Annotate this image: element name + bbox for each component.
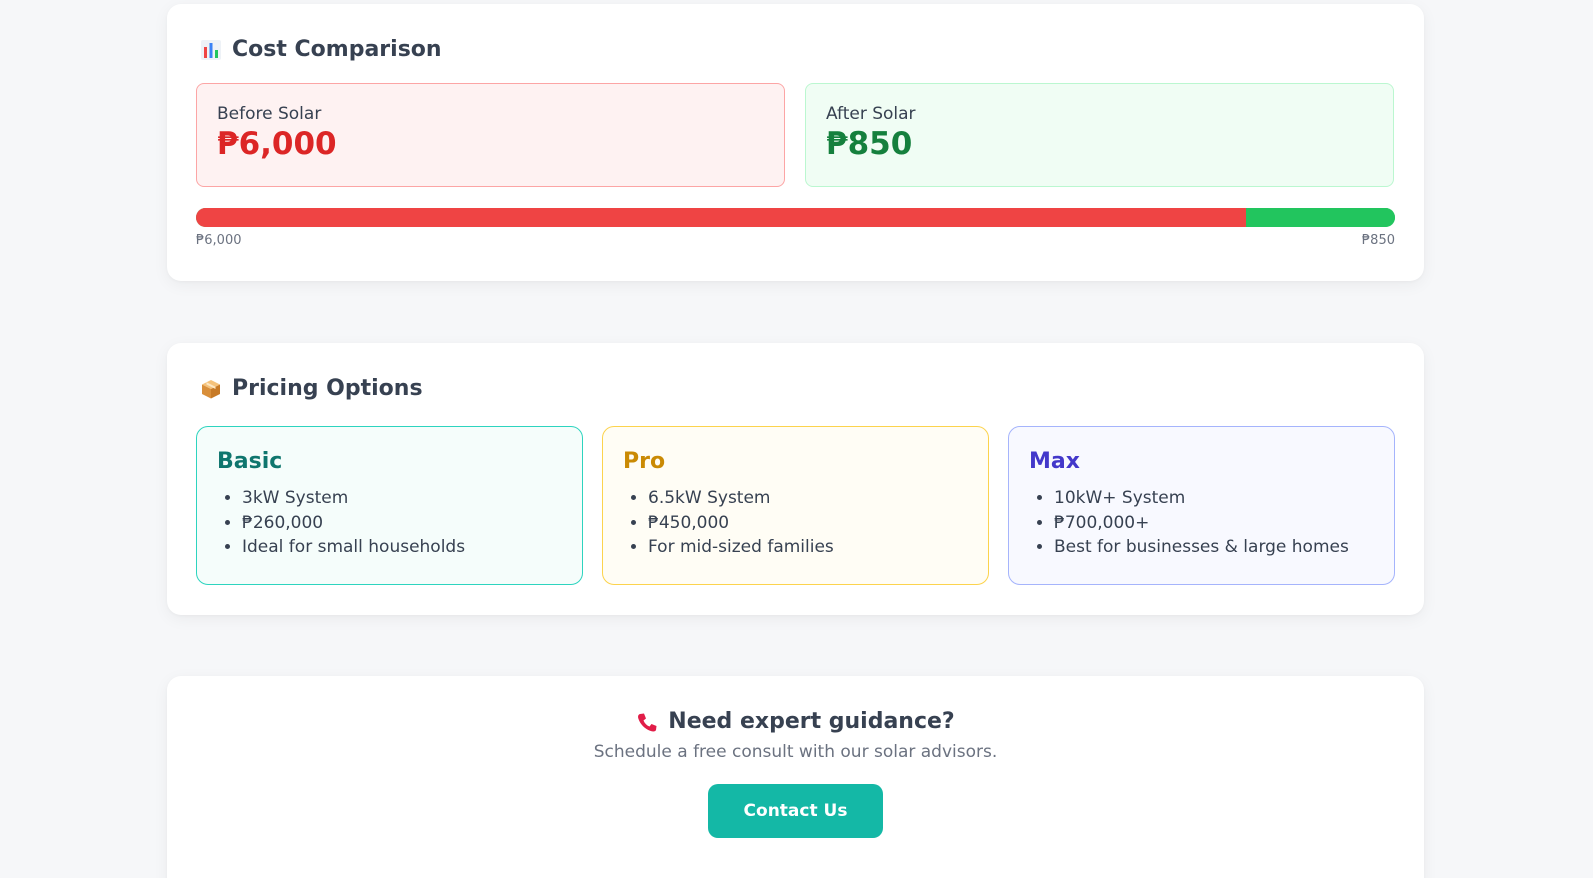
before-solar-box: Before Solar ₱6,000: [196, 83, 785, 187]
plan-name: Basic: [217, 449, 283, 474]
plan-feature: For mid-sized families: [648, 535, 968, 560]
cost-comparison-bar: [196, 208, 1395, 227]
contact-card: Need expert guidance? Schedule a free co…: [167, 676, 1424, 878]
pricing-options-heading: Pricing Options: [200, 376, 423, 401]
contact-title: Need expert guidance?: [668, 709, 955, 734]
before-solar-label: Before Solar: [217, 104, 322, 124]
after-solar-label: After Solar: [826, 104, 916, 124]
cost-bar-before-segment: [196, 208, 1247, 227]
package-icon: [200, 378, 222, 400]
plan-feature: 3kW System: [242, 486, 562, 511]
contact-heading: Need expert guidance?: [167, 709, 1424, 734]
page: Cost Comparison Before Solar ₱6,000 Afte…: [0, 0, 1593, 878]
plan-feature: Ideal for small households: [242, 535, 562, 560]
plan-feature: ₱450,000: [648, 511, 968, 536]
bar-chart-icon: [200, 39, 222, 61]
plan-name: Max: [1029, 449, 1080, 474]
plan-name: Pro: [623, 449, 666, 474]
after-solar-value: ₱850: [826, 126, 913, 162]
plan-features: 6.5kW System ₱450,000 For mid-sized fami…: [623, 486, 968, 560]
bar-right-label: ₱850: [1361, 233, 1395, 248]
plan-features: 10kW+ System ₱700,000+ Best for business…: [1029, 486, 1374, 560]
after-solar-box: After Solar ₱850: [805, 83, 1394, 187]
pricing-options-card: Pricing Options Basic 3kW System ₱260,00…: [167, 343, 1424, 615]
bar-left-label: ₱6,000: [196, 233, 242, 248]
plan-feature: 6.5kW System: [648, 486, 968, 511]
plan-feature: 10kW+ System: [1054, 486, 1374, 511]
cost-bar-after-segment: [1246, 208, 1395, 227]
cost-comparison-heading: Cost Comparison: [200, 37, 442, 62]
contact-us-button[interactable]: Contact Us: [708, 784, 883, 838]
plan-features: 3kW System ₱260,000 Ideal for small hous…: [217, 486, 562, 560]
before-solar-value: ₱6,000: [217, 126, 337, 162]
plan-card-pro[interactable]: Pro 6.5kW System ₱450,000 For mid-sized …: [602, 426, 989, 585]
cost-comparison-card: Cost Comparison Before Solar ₱6,000 Afte…: [167, 4, 1424, 281]
plan-card-basic[interactable]: Basic 3kW System ₱260,000 Ideal for smal…: [196, 426, 583, 585]
pricing-options-title: Pricing Options: [232, 376, 423, 401]
plan-feature: ₱260,000: [242, 511, 562, 536]
cost-comparison-title: Cost Comparison: [232, 37, 442, 62]
plan-feature: ₱700,000+: [1054, 511, 1374, 536]
plan-feature: Best for businesses & large homes: [1054, 535, 1374, 560]
contact-subtitle: Schedule a free consult with our solar a…: [593, 742, 998, 762]
phone-icon: [636, 711, 658, 733]
plan-card-max[interactable]: Max 10kW+ System ₱700,000+ Best for busi…: [1008, 426, 1395, 585]
